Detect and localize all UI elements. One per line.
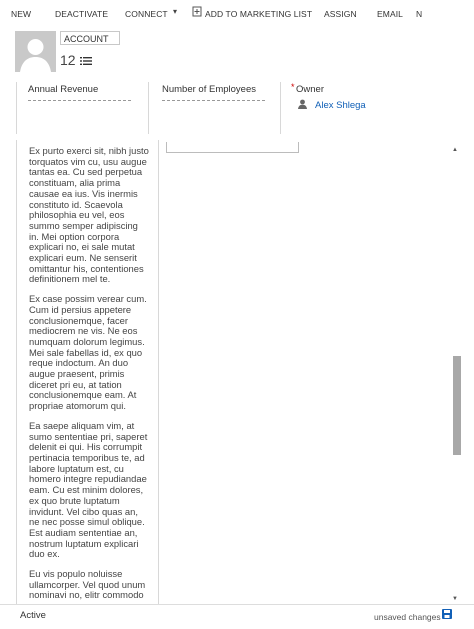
- record-name: 12: [60, 52, 76, 68]
- default-entity-image-icon: [15, 31, 56, 72]
- user-icon: [298, 99, 307, 109]
- email-button[interactable]: EMAIL: [377, 9, 403, 19]
- assign-button[interactable]: ASSIGN: [324, 9, 357, 19]
- scrollbar-thumb[interactable]: [453, 356, 461, 455]
- save-icon[interactable]: [442, 609, 452, 619]
- description-paragraph: Ea saepe aliquam vim, at sumo sententiae…: [29, 419, 148, 560]
- status-text: Active: [20, 610, 46, 621]
- subgrid-box: [166, 142, 299, 153]
- command-bar: NEW DEACTIVATE CONNECT ▾ ADD TO MARKETIN…: [0, 0, 474, 26]
- owner-link[interactable]: Alex Shlega: [315, 100, 366, 111]
- header-divider: [148, 82, 149, 134]
- owner-label: Owner: [296, 84, 324, 95]
- list-icon[interactable]: [80, 56, 92, 66]
- description-paragraph: Ex case possim verear cum. Cum id persiu…: [29, 293, 147, 412]
- annual-revenue-label: Annual Revenue: [28, 84, 99, 95]
- number-of-employees-field[interactable]: [162, 100, 265, 101]
- connect-button[interactable]: CONNECT: [125, 9, 168, 19]
- header-divider: [280, 82, 281, 134]
- section-border: [16, 140, 17, 604]
- unsaved-changes-text: unsaved changes: [374, 612, 441, 622]
- deactivate-button[interactable]: DEACTIVATE: [55, 9, 108, 19]
- more-commands-button[interactable]: N: [416, 9, 422, 19]
- scroll-up-arrow-icon[interactable]: ▲: [452, 147, 458, 153]
- annual-revenue-field[interactable]: [28, 100, 131, 101]
- required-marker: *: [291, 82, 295, 92]
- new-button[interactable]: NEW: [11, 9, 31, 19]
- status-bar: Active unsaved changes: [0, 604, 474, 629]
- scroll-down-arrow-icon[interactable]: ▼: [452, 596, 458, 602]
- description-text: Ex purto exerci sit, nibh justo torquato…: [29, 145, 149, 610]
- avatar[interactable]: [15, 31, 56, 72]
- add-to-marketing-list-button[interactable]: ADD TO MARKETING LIST: [205, 9, 312, 19]
- description-paragraph: Eu vis populo noluisse ullamcorper. Vel …: [29, 568, 146, 601]
- marketing-list-icon: [192, 6, 202, 17]
- number-of-employees-label: Number of Employees: [162, 84, 256, 95]
- column-divider: [158, 140, 159, 604]
- connect-dropdown-caret-icon[interactable]: ▾: [173, 7, 177, 16]
- header-divider: [16, 82, 17, 134]
- description-paragraph: Ex purto exerci sit, nibh justo torquato…: [29, 145, 149, 285]
- entity-type-label: ACCOUNT: [60, 31, 120, 45]
